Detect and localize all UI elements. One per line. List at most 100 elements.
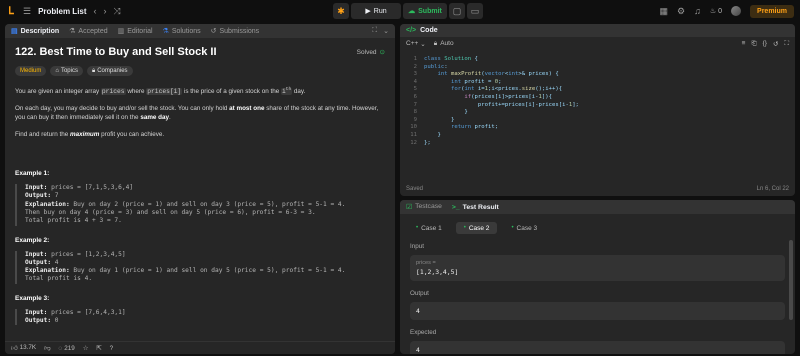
share-icon: ⇱	[96, 344, 102, 352]
comments-button[interactable]: ◌ 219	[58, 345, 74, 352]
leetcode-logo-icon[interactable]: ᒪ	[6, 5, 16, 17]
code-line[interactable]: 9 }	[400, 117, 795, 125]
submit-button[interactable]: ☁ Submit	[403, 3, 447, 19]
input-var: prices =	[416, 260, 436, 266]
output-value: 0	[51, 317, 59, 325]
layout-icon[interactable]: ▦	[660, 6, 669, 17]
test-panel: ☑ Testcase >_ Test Result • Case 1 • Case 2 …	[400, 200, 795, 354]
code-line[interactable]: 6 if(prices[i]>prices[i-1]){	[400, 94, 795, 102]
language-select[interactable]: C++ ⌄	[406, 40, 426, 48]
output-label: Output:	[25, 192, 52, 200]
tab-test-result[interactable]: >_ Test Result	[452, 204, 499, 211]
tab-label: Testcase	[415, 203, 442, 210]
book-icon: ▥	[117, 28, 125, 35]
tab-solutions[interactable]: ⚗ Solutions	[162, 27, 201, 36]
whiteboard-button[interactable]: ▭	[467, 3, 483, 19]
pass-dot-icon: •	[511, 225, 514, 231]
code-line[interactable]: 7 profit+=prices[i]-prices[i-1];	[400, 102, 795, 110]
code-text: profit+=prices[i]-prices[i-1];	[424, 101, 579, 108]
settings-icon[interactable]: ⚙	[677, 6, 685, 17]
code-line[interactable]: 4 int profit = 0;	[400, 79, 795, 87]
description-panel: ▤ Description ⚗ Accepted ▥ Editorial ⚗ Solut…	[5, 24, 395, 354]
code-line[interactable]: 1 class Solution {	[400, 56, 795, 64]
line-number: 3	[413, 71, 417, 78]
next-problem-icon[interactable]: ›	[104, 6, 107, 16]
companies-badge[interactable]: 🔒︎ Companies	[86, 66, 133, 76]
code-text: }	[424, 116, 455, 123]
notification-bell-icon[interactable]: ♫	[694, 6, 701, 16]
code-toolbar: C++ ⌄ 🔒︎ Auto ≡ ⎗ {} ↺ ⛶	[400, 37, 795, 50]
input-box: prices = [1,2,3,4,5]	[410, 255, 785, 281]
tab-description[interactable]: ▤ Description	[11, 27, 59, 36]
tab-accepted[interactable]: ⚗ Accepted	[69, 27, 108, 36]
expected-value: 4	[416, 346, 420, 354]
like-count: 13.7K	[19, 344, 37, 351]
code-title: Code	[420, 27, 438, 34]
tab-label: Solutions	[171, 27, 201, 35]
code-text: int maxProfit(vector<int>& prices) {	[437, 71, 559, 78]
problem-description: 122. Best Time to Buy and Sell Stock II …	[5, 38, 395, 326]
code-line[interactable]: 2 public:	[400, 64, 795, 72]
like-button[interactable]: 👍︎ 13.7K	[11, 344, 36, 352]
maximize-icon[interactable]: ⛶	[372, 27, 377, 35]
favorite-button[interactable]: ☆	[83, 345, 89, 352]
braces-icon[interactable]: {}	[763, 40, 767, 48]
play-icon: ▶	[365, 8, 371, 15]
auto-mode-toggle[interactable]: 🔒︎ Auto	[434, 40, 454, 48]
cursor-position: Ln 6, Col 22	[756, 186, 789, 192]
text: is the price of a given stock on the	[182, 88, 281, 96]
code-line[interactable]: 8 }	[400, 109, 795, 117]
case-tabs: • Case 1 • Case 2 • Case 3	[408, 222, 795, 234]
collapse-icon[interactable]: ⌄	[383, 27, 389, 35]
history-icon: ↺	[210, 28, 217, 35]
help-button[interactable]: ?	[110, 345, 114, 352]
scrollbar[interactable]	[789, 240, 793, 320]
reset-icon[interactable]: ↺	[773, 40, 778, 48]
top-bar: ᒪ ☰ Problem List ‹ › ⤨ ✱ ▶ Run ☁ Submit …	[0, 0, 800, 22]
tab-testcase[interactable]: ☑ Testcase	[406, 203, 442, 211]
bookmark-icon[interactable]: ⎗	[751, 40, 756, 48]
notes-button[interactable]: ▢	[449, 3, 465, 19]
debug-button[interactable]: ✱	[333, 3, 349, 19]
explanation-label: Explanation:	[25, 267, 70, 275]
problem-list-icon[interactable]: ☰	[23, 6, 31, 17]
code-line[interactable]: 12};	[400, 140, 795, 148]
prev-problem-icon[interactable]: ‹	[94, 6, 97, 16]
difficulty-badge[interactable]: Medium	[15, 66, 47, 76]
code-line[interactable]: 10 return profit;	[400, 124, 795, 132]
example-1: Input: prices = [7,1,5,3,6,4] Output: 7 …	[15, 184, 385, 226]
code-line[interactable]: 11 }	[400, 132, 795, 140]
format-icon[interactable]: ≡	[742, 40, 746, 48]
bold-text: at most one	[229, 105, 265, 113]
flask-icon: ⚗	[162, 28, 169, 35]
case-1-tab[interactable]: • Case 1	[408, 222, 450, 234]
problem-list-link[interactable]: Problem List	[38, 7, 86, 16]
streak-counter[interactable]: ♨ 0	[710, 7, 722, 16]
output-value: 7	[51, 192, 59, 200]
case-3-tab[interactable]: • Case 3	[503, 222, 545, 234]
premium-button[interactable]: Premium	[750, 4, 794, 18]
text: Find and return the	[15, 131, 70, 139]
tab-label: Accepted	[78, 27, 108, 35]
avatar[interactable]	[731, 6, 742, 16]
case-2-tab[interactable]: • Case 2	[455, 222, 498, 234]
thumbs-up-icon: 👍︎	[11, 345, 18, 352]
shuffle-icon[interactable]: ⤨	[114, 6, 121, 17]
tab-editorial[interactable]: ▥ Editorial	[117, 27, 153, 36]
tab-submissions[interactable]: ↺ Submissions	[210, 27, 260, 36]
left-tab-bar: ▤ Description ⚗ Accepted ▥ Editorial ⚗ Solut…	[5, 24, 395, 38]
share-button[interactable]: ⇱	[96, 345, 101, 352]
topics-badge[interactable]: ⌂ Topics	[50, 66, 83, 76]
dislike-button[interactable]: 👎︎	[44, 344, 50, 352]
code-tool-icons: ≡ ⎗ {} ↺ ⛶	[742, 40, 789, 48]
code-line[interactable]: 3 int maxProfit(vector<int>& prices) {	[400, 71, 795, 79]
solved-label: Solved	[356, 49, 377, 56]
code-editor[interactable]: 1 class Solution {2 public: 3 int maxProfit…	[400, 56, 795, 147]
save-status: Saved	[406, 186, 424, 192]
line-number: 9	[413, 116, 417, 123]
explanation-label: Explanation:	[25, 200, 70, 208]
paragraph-2: On each day, you may decide to buy and/o…	[15, 104, 385, 122]
expand-icon[interactable]: ⛶	[784, 40, 789, 48]
code-line[interactable]: 5 for(int i=1;i<prices.size();i++){	[400, 86, 795, 94]
run-button[interactable]: ▶ Run	[351, 3, 401, 19]
